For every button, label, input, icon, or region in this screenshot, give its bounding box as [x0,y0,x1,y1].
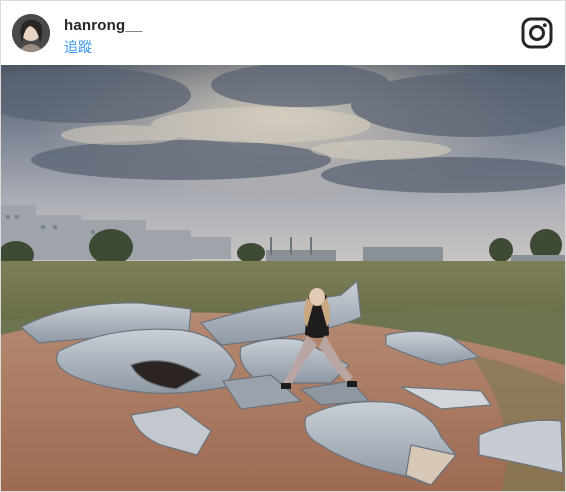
instagram-embed-card: hanrong__ 追蹤 [0,0,566,492]
follow-link[interactable]: 追蹤 [64,37,92,57]
instagram-icon[interactable] [521,17,553,49]
username[interactable]: hanrong__ [64,17,142,34]
avatar-image [12,14,50,52]
post-header: hanrong__ 追蹤 [1,1,565,65]
avatar[interactable] [12,14,50,52]
post-photo [1,65,565,491]
